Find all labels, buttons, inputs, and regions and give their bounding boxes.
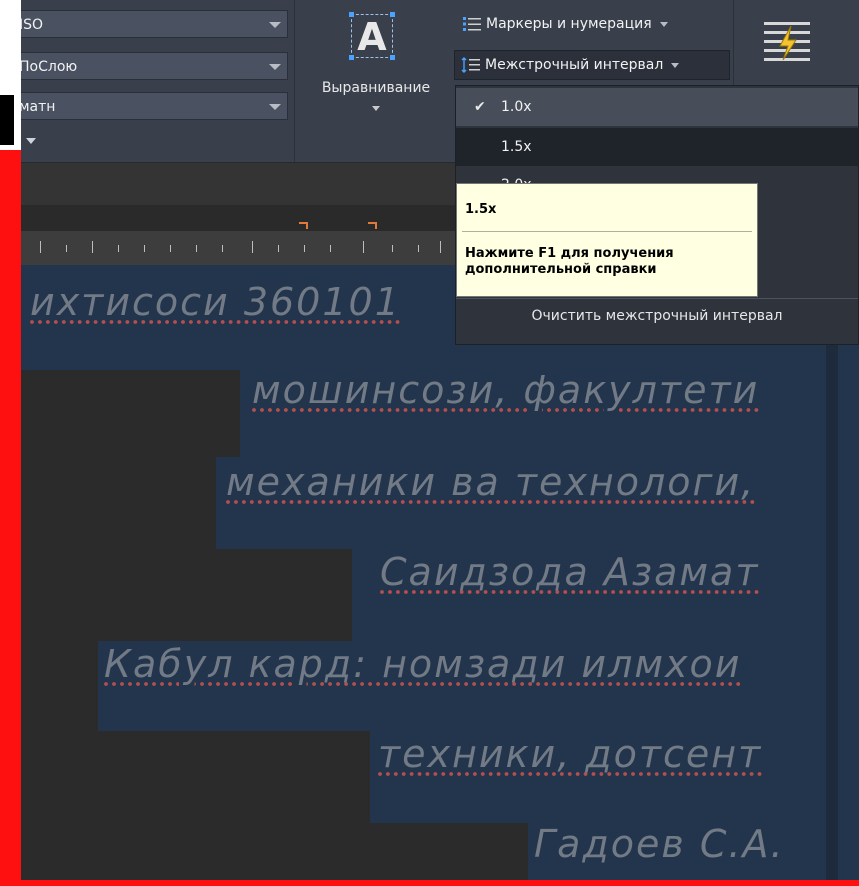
text-style-combo[interactable]: ISO (10, 10, 288, 38)
tooltip-help-text: Нажмите F1 для получения дополнительной … (465, 246, 674, 277)
text-color-combo[interactable]: ПоСлою (10, 52, 288, 80)
drawing-text-line[interactable]: ихтисоси 360101 (30, 280, 401, 324)
tooltip-separator (462, 231, 752, 232)
text-frame-edge (826, 345, 838, 886)
text-lightning-icon (764, 22, 810, 61)
drawing-text-line[interactable]: Кабул кард: номзади илмхои (104, 642, 741, 686)
ribbon-separator (294, 0, 295, 162)
justification-button[interactable]: A Выравнивание (309, 12, 443, 124)
tooltip: 1.5x Нажмите F1 для получения дополнител… (456, 183, 758, 297)
drawing-text-line[interactable]: Саидзода Азамат (380, 550, 759, 594)
font-value: матн (19, 99, 56, 115)
line-spacing-label: Межстрочный интервал (485, 57, 664, 73)
drawing-text-line[interactable]: Гадоев С.А. (534, 822, 785, 866)
checkmark-icon: ✔ (474, 99, 486, 115)
bulleted-list-icon (463, 17, 481, 31)
ruler-indent-marker[interactable] (299, 222, 308, 229)
justification-label: Выравнивание (321, 80, 431, 96)
chevron-down-icon (269, 104, 281, 110)
drawing-text-line[interactable]: мошинсози, факултети (252, 368, 759, 412)
chevron-down-icon (659, 21, 668, 27)
bullets-numbering-button[interactable]: Маркеры и нумерация (456, 10, 726, 38)
menu-item-label: 1.5x (501, 139, 532, 155)
text-editor-tool-button[interactable] (758, 16, 818, 76)
tooltip-title: 1.5x (465, 202, 497, 217)
text-align-icon: A (349, 12, 395, 60)
menu-item-1-0x[interactable]: ✔ 1.0x (456, 88, 858, 126)
autocad-window: ISO ПоСлою матн A Выравнивание Маркеры и… (0, 0, 859, 886)
line-spacing-button[interactable]: Межстрочный интервал (454, 50, 730, 80)
menu-separator (456, 298, 858, 299)
clear-line-spacing-item[interactable]: Очистить межстрочный интервал (456, 308, 858, 324)
chevron-down-icon (26, 138, 36, 144)
chevron-down-icon (671, 62, 680, 68)
menu-item-label: 1.0x (501, 99, 532, 115)
ruler-indent-marker[interactable] (368, 222, 377, 229)
menu-item-1-5x[interactable]: 1.5x (456, 128, 858, 166)
chevron-down-icon (269, 22, 281, 28)
cropped-glyph (0, 95, 14, 145)
chevron-down-icon (372, 106, 380, 111)
screenshot-frame-bottom (0, 880, 859, 886)
drawing-text-line[interactable]: механики ва технологи, (226, 460, 755, 504)
chevron-down-icon (269, 64, 281, 70)
text-color-value: ПоСлою (19, 59, 78, 75)
bullets-label: Маркеры и нумерация (486, 16, 652, 32)
text-style-value: ISO (19, 17, 44, 33)
font-combo[interactable]: матн (10, 92, 288, 120)
drawing-text-line[interactable]: техники, дотсент (378, 732, 762, 776)
line-spacing-icon (461, 57, 480, 73)
